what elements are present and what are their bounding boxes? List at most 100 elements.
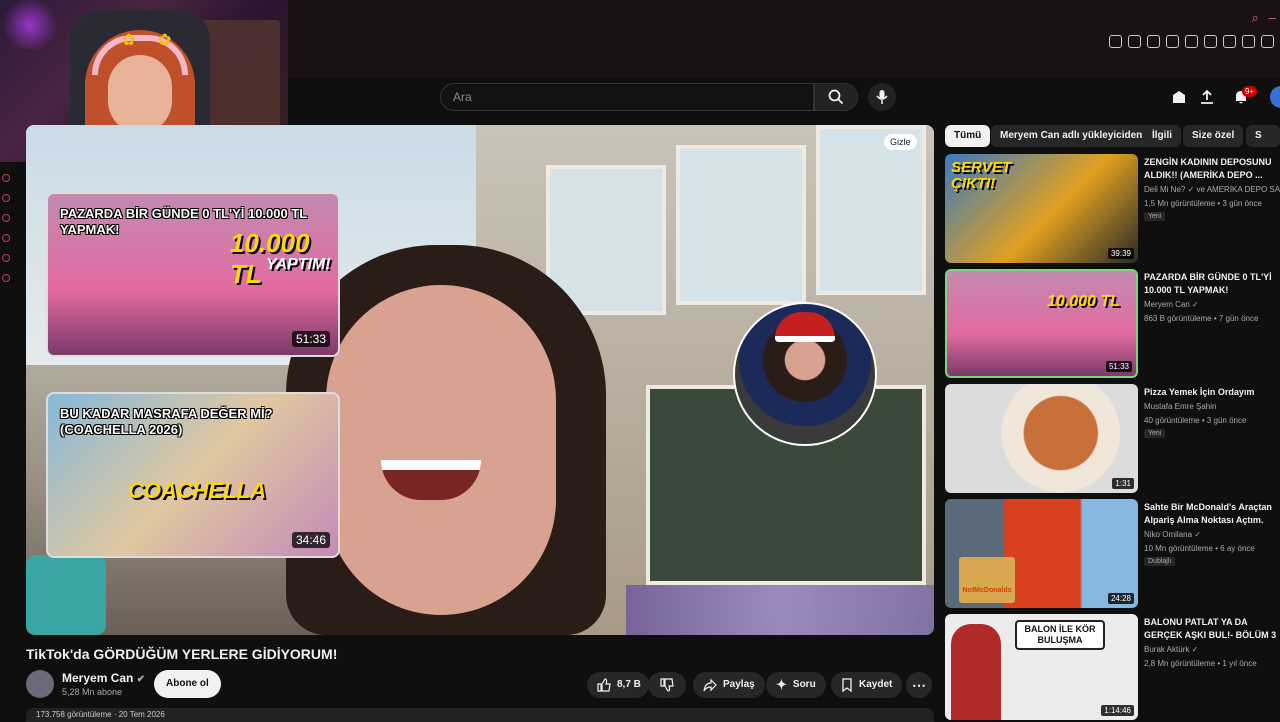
extensions-icon[interactable] <box>1204 35 1217 48</box>
channel-name[interactable]: Meryem Can ✔ <box>62 671 145 685</box>
end-card-video[interactable]: PAZARDA BİR GÜNDE 0 TL'Yİ 10.000 TL YAPM… <box>46 192 340 357</box>
end-card-title: BU KADAR MASRAFA DEĞER Mİ? (COACHELLA 20… <box>60 406 273 437</box>
chip-all[interactable]: Tümü <box>945 125 991 147</box>
recommended-video[interactable]: SERVET ÇIKTI! 39:39 ZENGİN KADININ DEPOS… <box>945 154 1280 266</box>
download-icon[interactable] <box>1242 35 1255 48</box>
chip-for-you[interactable]: Size özel <box>1183 125 1244 147</box>
like-count: 8,7 B <box>617 679 641 690</box>
recommended-video[interactable]: 10.000 TL 51:33 PAZARDA BİR GÜNDE 0 TL'Y… <box>945 269 1280 381</box>
video-duration: 24:28 <box>1107 593 1134 604</box>
view-count: 40 görüntüleme • 3 gün önce <box>1144 416 1247 425</box>
notification-badge: 9+ <box>1242 86 1258 97</box>
pin-icon[interactable] <box>1261 35 1274 48</box>
channel-name[interactable]: Burak Aktürk ✓ <box>1144 645 1280 654</box>
flower-icon: ✿ <box>122 32 136 49</box>
video-title[interactable]: PAZARDA BİR GÜNDE 0 TL'Yİ 10.000 TL YAPM… <box>1144 271 1280 297</box>
video-title[interactable]: Pizza Yemek İçin Ordayım <box>1144 386 1280 399</box>
video-thumbnail[interactable]: 1:31 <box>945 384 1138 493</box>
thumbs-down-icon <box>660 678 674 692</box>
rail-icon[interactable] <box>2 234 10 242</box>
video-title: TikTok'da GÖRDÜĞÜM YERLERE GİDİYORUM! <box>26 646 338 662</box>
end-card-overlay-text: YAPTIM! <box>266 256 331 273</box>
window-controls: ⌕ – <box>1251 10 1276 26</box>
upload-icon[interactable] <box>1198 88 1216 106</box>
shield-icon[interactable] <box>1147 35 1160 48</box>
dubbed-badge: Dublajlı <box>1144 557 1176 566</box>
channel-avatar[interactable] <box>26 670 54 698</box>
voice-search-button[interactable] <box>868 83 896 111</box>
bookmark-icon[interactable] <box>1109 35 1122 48</box>
video-duration: 39:39 <box>1107 248 1134 259</box>
minimize-icon[interactable]: – <box>1269 10 1276 26</box>
channel-name[interactable]: Meryem Can ✓ <box>1144 300 1280 309</box>
dislike-button[interactable] <box>648 672 686 698</box>
screenshot-icon[interactable] <box>1128 35 1141 48</box>
ask-button[interactable]: ✦ Soru <box>766 672 826 698</box>
hide-end-cards-button[interactable]: Gizle <box>884 134 917 150</box>
subscribe-button[interactable]: Abone ol <box>154 670 221 698</box>
thumbnail-text: BALON İLE KÖR BULUŞMA <box>1015 620 1105 650</box>
end-card-duration: 51:33 <box>291 331 330 347</box>
video-thumbnail[interactable]: BALON İLE KÖR BULUŞMA 1:14:46 <box>945 614 1138 720</box>
save-label: Kaydet <box>859 679 893 690</box>
microphone-icon <box>876 90 888 104</box>
more-actions-button[interactable]: ⋯ <box>906 672 932 698</box>
like-button[interactable]: 8,7 B <box>587 672 649 698</box>
sparkle-icon: ✦ <box>776 677 787 692</box>
new-badge: Yeni <box>1144 429 1166 438</box>
channel-name-label: Meryem Can <box>62 671 134 685</box>
share-button[interactable]: Paylaş <box>693 672 765 698</box>
channel-name[interactable]: Deli Mi Ne? ✓ ve AMERİKA DEPO SA <box>1144 185 1280 194</box>
channel-name[interactable]: Mustafa Emre Şahin <box>1144 402 1280 411</box>
rail-icon[interactable] <box>2 194 10 202</box>
rail-icon[interactable] <box>2 274 10 282</box>
channel-name[interactable]: Niko Omilana ✓ <box>1144 530 1280 539</box>
end-card-video[interactable]: BU KADAR MASRAFA DEĞER Mİ? (COACHELLA 20… <box>46 392 340 558</box>
recommended-video[interactable]: NotMcDonalds 24:28 Sahte Bir McDonald's … <box>945 499 1280 611</box>
search-button[interactable] <box>814 83 858 111</box>
search-icon[interactable]: ⌕ <box>1251 10 1258 26</box>
thumbnail-text: NotMcDonalds <box>959 557 1015 603</box>
chip-from-uploader[interactable]: Meryem Can adlı yükleyiciden <box>991 125 1152 147</box>
end-card-duration: 34:46 <box>291 532 330 548</box>
video-thumbnail[interactable]: SERVET ÇIKTI! 39:39 <box>945 154 1138 263</box>
video-duration: 51:33 <box>1105 361 1132 372</box>
view-count: 1,5 Mn görüntüleme • 3 gün önce <box>1144 199 1262 208</box>
save-button[interactable]: Kaydet <box>831 672 903 698</box>
share-icon <box>703 678 717 692</box>
create-icon[interactable] <box>1170 88 1188 106</box>
recommended-video[interactable]: 1:31 Pizza Yemek İçin Ordayım Mustafa Em… <box>945 384 1280 496</box>
thumbs-up-icon <box>597 678 611 692</box>
account-avatar[interactable] <box>1270 86 1280 108</box>
play-icon[interactable] <box>1166 35 1179 48</box>
thumbnail-text: 10.000 TL <box>1047 293 1120 310</box>
heart-icon[interactable] <box>1185 35 1198 48</box>
rail-icon[interactable] <box>2 214 10 222</box>
ask-label: Soru <box>792 679 816 690</box>
channel-subscribe-end-card[interactable] <box>733 302 877 446</box>
video-title[interactable]: ZENGİN KADININ DEPOSUNU ALDIK!! (AMERİKA… <box>1144 156 1280 182</box>
browser-extension-icons <box>1109 32 1280 52</box>
subscriber-count: 5,28 Mn abone <box>62 687 123 697</box>
share-label: Paylaş <box>723 679 755 690</box>
verified-icon: ✔ <box>136 674 146 685</box>
new-badge: Yeni <box>1144 212 1166 221</box>
chip-related[interactable]: İlgili <box>1143 125 1181 147</box>
chip-more[interactable]: S <box>1246 125 1280 147</box>
recommended-video[interactable]: BALON İLE KÖR BULUŞMA 1:14:46 BALONU PAT… <box>945 614 1280 720</box>
flower-icon: ✿ <box>158 32 172 49</box>
video-title[interactable]: Sahte Bir McDonald's Araçtan Alpariş Alm… <box>1144 501 1280 527</box>
search-input[interactable]: Ara <box>440 83 814 111</box>
video-duration: 1:14:46 <box>1101 705 1134 716</box>
lock-icon[interactable] <box>1223 35 1236 48</box>
rail-icon[interactable] <box>2 174 10 182</box>
thumbnail-text: SERVET ÇIKTI! <box>951 159 1012 192</box>
view-count: 10 Mn görüntüleme • 6 ay önce <box>1144 544 1255 553</box>
video-thumbnail[interactable]: NotMcDonalds 24:28 <box>945 499 1138 608</box>
search-icon <box>828 89 844 105</box>
video-thumbnail[interactable]: 10.000 TL 51:33 <box>945 269 1138 378</box>
rail-icon[interactable] <box>2 254 10 262</box>
video-title[interactable]: BALONU PATLAT YA DA GERÇEK AŞKI BUL!- BÖ… <box>1144 616 1280 642</box>
view-count: 2,8 Mn görüntüleme • 1 yıl önce <box>1144 659 1257 668</box>
view-count: 863 B görüntüleme • 7 gün önce <box>1144 314 1259 323</box>
